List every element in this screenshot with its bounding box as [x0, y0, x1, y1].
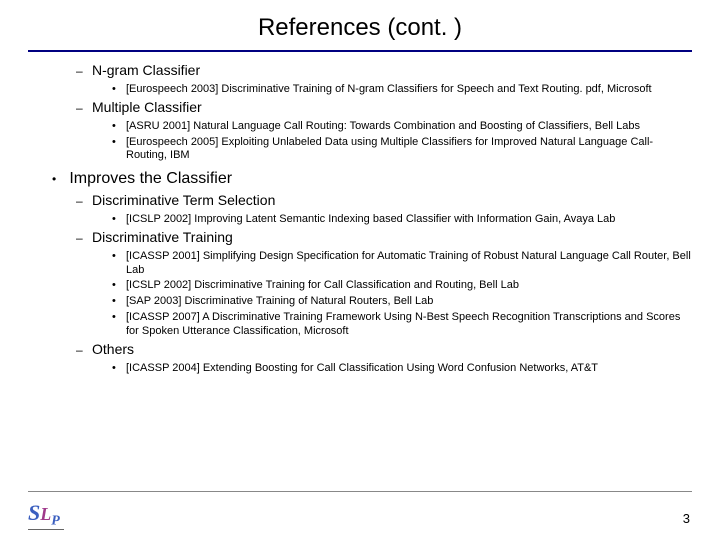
reference-text: [ASRU 2001] Natural Language Call Routin… — [126, 120, 640, 134]
heading-text: N-gram Classifier — [92, 62, 200, 80]
bullet-icon: • — [112, 279, 126, 293]
bullet-icon: • — [112, 213, 126, 227]
reference-item: • [ICASSP 2007] A Discriminative Trainin… — [112, 311, 692, 339]
title-rule — [28, 50, 692, 52]
reference-item: • [Eurospeech 2003] Discriminative Train… — [112, 83, 692, 97]
bullet-icon: • — [112, 295, 126, 309]
bullet-icon: • — [112, 311, 126, 325]
heading-text: Discriminative Training — [92, 229, 233, 247]
slide: References (cont. ) – N-gram Classifier … — [0, 0, 720, 540]
bullet-icon: • — [112, 83, 126, 97]
bullet-icon: • — [112, 120, 126, 134]
heading-text: Discriminative Term Selection — [92, 192, 275, 210]
reference-text: [ICASSP 2001] Simplifying Design Specifi… — [126, 250, 692, 278]
reference-text: [SAP 2003] Discriminative Training of Na… — [126, 295, 433, 309]
dash-icon: – — [76, 64, 92, 79]
reference-item: • [Eurospeech 2005] Exploiting Unlabeled… — [112, 136, 692, 164]
heading-text: Multiple Classifier — [92, 99, 202, 117]
slide-title: References (cont. ) — [0, 0, 720, 50]
slp-logo: SLP — [28, 500, 60, 530]
sub-heading: – Others — [76, 341, 692, 359]
logo-letter-p: P — [51, 514, 60, 529]
reference-text: [ICASSP 2004] Extending Boosting for Cal… — [126, 362, 598, 376]
reference-text: [ICASSP 2007] A Discriminative Training … — [126, 311, 692, 339]
reference-text: [ICSLP 2002] Discriminative Training for… — [126, 279, 519, 293]
logo-letter-s: S — [28, 500, 40, 525]
dash-icon: – — [76, 194, 92, 209]
logo-letter-l: L — [40, 504, 51, 524]
footer-rule — [28, 491, 692, 492]
dash-icon: – — [76, 343, 92, 358]
reference-item: • [SAP 2003] Discriminative Training of … — [112, 295, 692, 309]
main-heading-text: Improves the Classifier — [69, 170, 232, 187]
reference-text: [ICSLP 2002] Improving Latent Semantic I… — [126, 213, 615, 227]
reference-item: • [ICASSP 2004] Extending Boosting for C… — [112, 362, 692, 376]
sub-heading: – Multiple Classifier — [76, 99, 692, 117]
reference-item: • [ICASSP 2001] Simplifying Design Speci… — [112, 250, 692, 278]
reference-item: • [ICSLP 2002] Discriminative Training f… — [112, 279, 692, 293]
sub-heading: – Discriminative Term Selection — [76, 192, 692, 210]
bullet-icon: • — [112, 362, 126, 376]
dash-icon: – — [76, 231, 92, 246]
heading-text: Others — [92, 341, 134, 359]
bullet-icon: • — [52, 172, 66, 187]
page-number: 3 — [683, 511, 690, 526]
reference-item: • [ICSLP 2002] Improving Latent Semantic… — [112, 213, 692, 227]
content-area: – N-gram Classifier • [Eurospeech 2003] … — [28, 62, 692, 376]
logo-underline — [28, 529, 64, 530]
main-heading: • Improves the Classifier — [52, 169, 692, 189]
sub-heading: – Discriminative Training — [76, 229, 692, 247]
reference-text: [Eurospeech 2005] Exploiting Unlabeled D… — [126, 136, 692, 164]
reference-item: • [ASRU 2001] Natural Language Call Rout… — [112, 120, 692, 134]
bullet-icon: • — [112, 136, 126, 150]
dash-icon: – — [76, 101, 92, 116]
reference-text: [Eurospeech 2003] Discriminative Trainin… — [126, 83, 652, 97]
bullet-icon: • — [112, 250, 126, 264]
sub-heading: – N-gram Classifier — [76, 62, 692, 80]
